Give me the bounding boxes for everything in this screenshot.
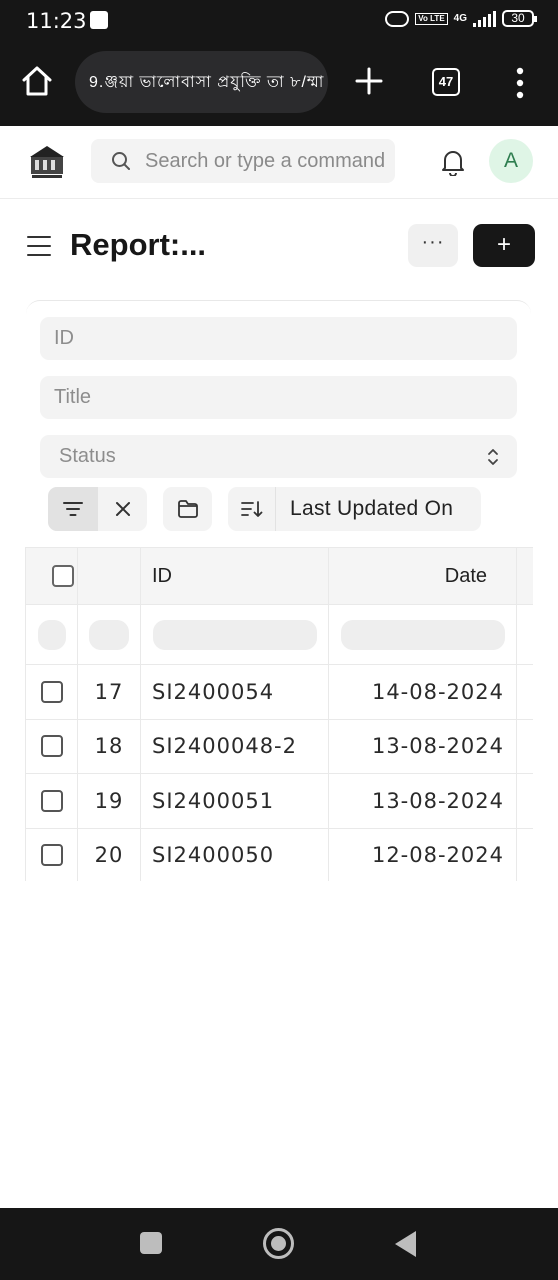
avatar[interactable]: A — [489, 139, 533, 183]
search-bar[interactable] — [91, 139, 395, 183]
system-nav-bar — [0, 1208, 558, 1280]
table-row[interactable]: 19 SI2400051 13-08-2024 — [25, 773, 533, 829]
notification-icon — [90, 11, 108, 29]
table-row[interactable]: 20 SI2400050 12-08-2024 — [25, 827, 533, 881]
table-header-row: ID Date — [25, 547, 533, 605]
recents-icon[interactable] — [140, 1232, 162, 1254]
browser-toolbar: 9.ঞ্জয়া ভালোবাসা প্রযুক্তি তা ৮/ম্মা 47 — [0, 42, 558, 126]
id-filter-input[interactable] — [40, 317, 517, 360]
select-all-cell — [25, 547, 78, 605]
page-title: Report:... — [70, 227, 207, 262]
status-time: 11:23 — [26, 9, 87, 33]
folder-icon — [177, 500, 198, 518]
more-actions-button[interactable]: ··· — [408, 224, 458, 267]
row-checkbox[interactable] — [41, 844, 63, 867]
add-button[interactable]: + — [473, 224, 535, 267]
network-type: 4G — [453, 12, 467, 24]
search-input[interactable] — [145, 149, 385, 173]
clear-filter-button[interactable] — [98, 487, 147, 531]
app-header: A — [0, 126, 558, 199]
home-nav-icon[interactable] — [263, 1228, 294, 1259]
close-icon — [115, 502, 130, 516]
row-number: 20 — [77, 827, 141, 881]
filter-group — [48, 487, 147, 531]
table-row[interactable]: 17 SI2400054 14-08-2024 — [25, 664, 533, 720]
back-icon[interactable] — [395, 1231, 416, 1257]
column-header-date[interactable]: Date — [328, 547, 517, 605]
volte-badge: Vo LTE — [415, 12, 448, 25]
select-all-checkbox[interactable] — [52, 565, 74, 587]
sort-control: Last Updated On — [228, 487, 481, 531]
checkbox-filter-placeholder — [37, 619, 66, 650]
page-header: Report:... ··· + — [0, 199, 558, 291]
tab-switcher-button[interactable]: 47 — [432, 68, 460, 96]
row-number: 19 — [77, 773, 141, 829]
row-date: 14-08-2024 — [328, 664, 517, 720]
title-filter-input[interactable] — [40, 376, 517, 419]
more-vert-icon[interactable] — [512, 66, 528, 100]
sort-descending-icon — [240, 501, 262, 517]
row-number: 18 — [77, 718, 141, 774]
home-icon[interactable] — [20, 64, 54, 98]
row-id[interactable]: SI2400051 — [140, 773, 329, 829]
filter-icon — [63, 502, 83, 516]
group-by-button[interactable] — [163, 487, 212, 531]
search-icon — [112, 152, 130, 170]
new-tab-icon[interactable] — [352, 64, 386, 98]
filter-row — [25, 604, 533, 665]
date-column-filter[interactable] — [340, 619, 505, 650]
row-number-header — [77, 547, 141, 605]
signal-icon — [473, 10, 496, 27]
row-id[interactable]: SI2400050 — [140, 827, 329, 881]
sort-direction-button[interactable] — [228, 487, 276, 531]
status-icons: Vo LTE 4G 30 — [385, 10, 537, 27]
address-bar[interactable]: 9.ঞ্জয়া ভালোবাসা প্রযুক্তি তা ৮/ম্মা — [75, 51, 328, 113]
table-row[interactable]: 18 SI2400048-2 13-08-2024 — [25, 718, 533, 774]
app-logo[interactable] — [28, 142, 66, 182]
row-number: 17 — [77, 664, 141, 720]
row-checkbox[interactable] — [41, 680, 63, 703]
card-top-border — [26, 300, 531, 314]
number-filter-placeholder — [89, 619, 129, 650]
status-filter-select[interactable]: Status — [40, 435, 517, 478]
bell-icon[interactable] — [440, 148, 466, 176]
chevron-up-down-icon — [488, 449, 498, 465]
status-bar: 11:23 Vo LTE 4G 30 — [0, 0, 558, 42]
menu-icon[interactable] — [27, 235, 51, 257]
status-select-placeholder: Status — [59, 445, 116, 467]
row-id[interactable]: SI2400054 — [140, 664, 329, 720]
sort-field-button[interactable]: Last Updated On — [290, 487, 453, 531]
report-table: ID Date 17 SI2400054 14-08-2024 18 SI240… — [25, 547, 533, 881]
row-checkbox[interactable] — [41, 735, 63, 758]
row-checkbox[interactable] — [41, 789, 63, 812]
filter-button[interactable] — [48, 487, 98, 531]
row-date: 13-08-2024 — [328, 773, 517, 829]
hotspot-icon — [385, 10, 410, 27]
id-column-filter[interactable] — [152, 619, 317, 650]
row-id[interactable]: SI2400048-2 — [140, 718, 329, 774]
column-header-id[interactable]: ID — [140, 547, 329, 605]
row-date: 13-08-2024 — [328, 718, 517, 774]
battery-icon: 30 — [502, 10, 537, 27]
column-header-extra — [516, 547, 533, 605]
row-date: 12-08-2024 — [328, 827, 517, 881]
